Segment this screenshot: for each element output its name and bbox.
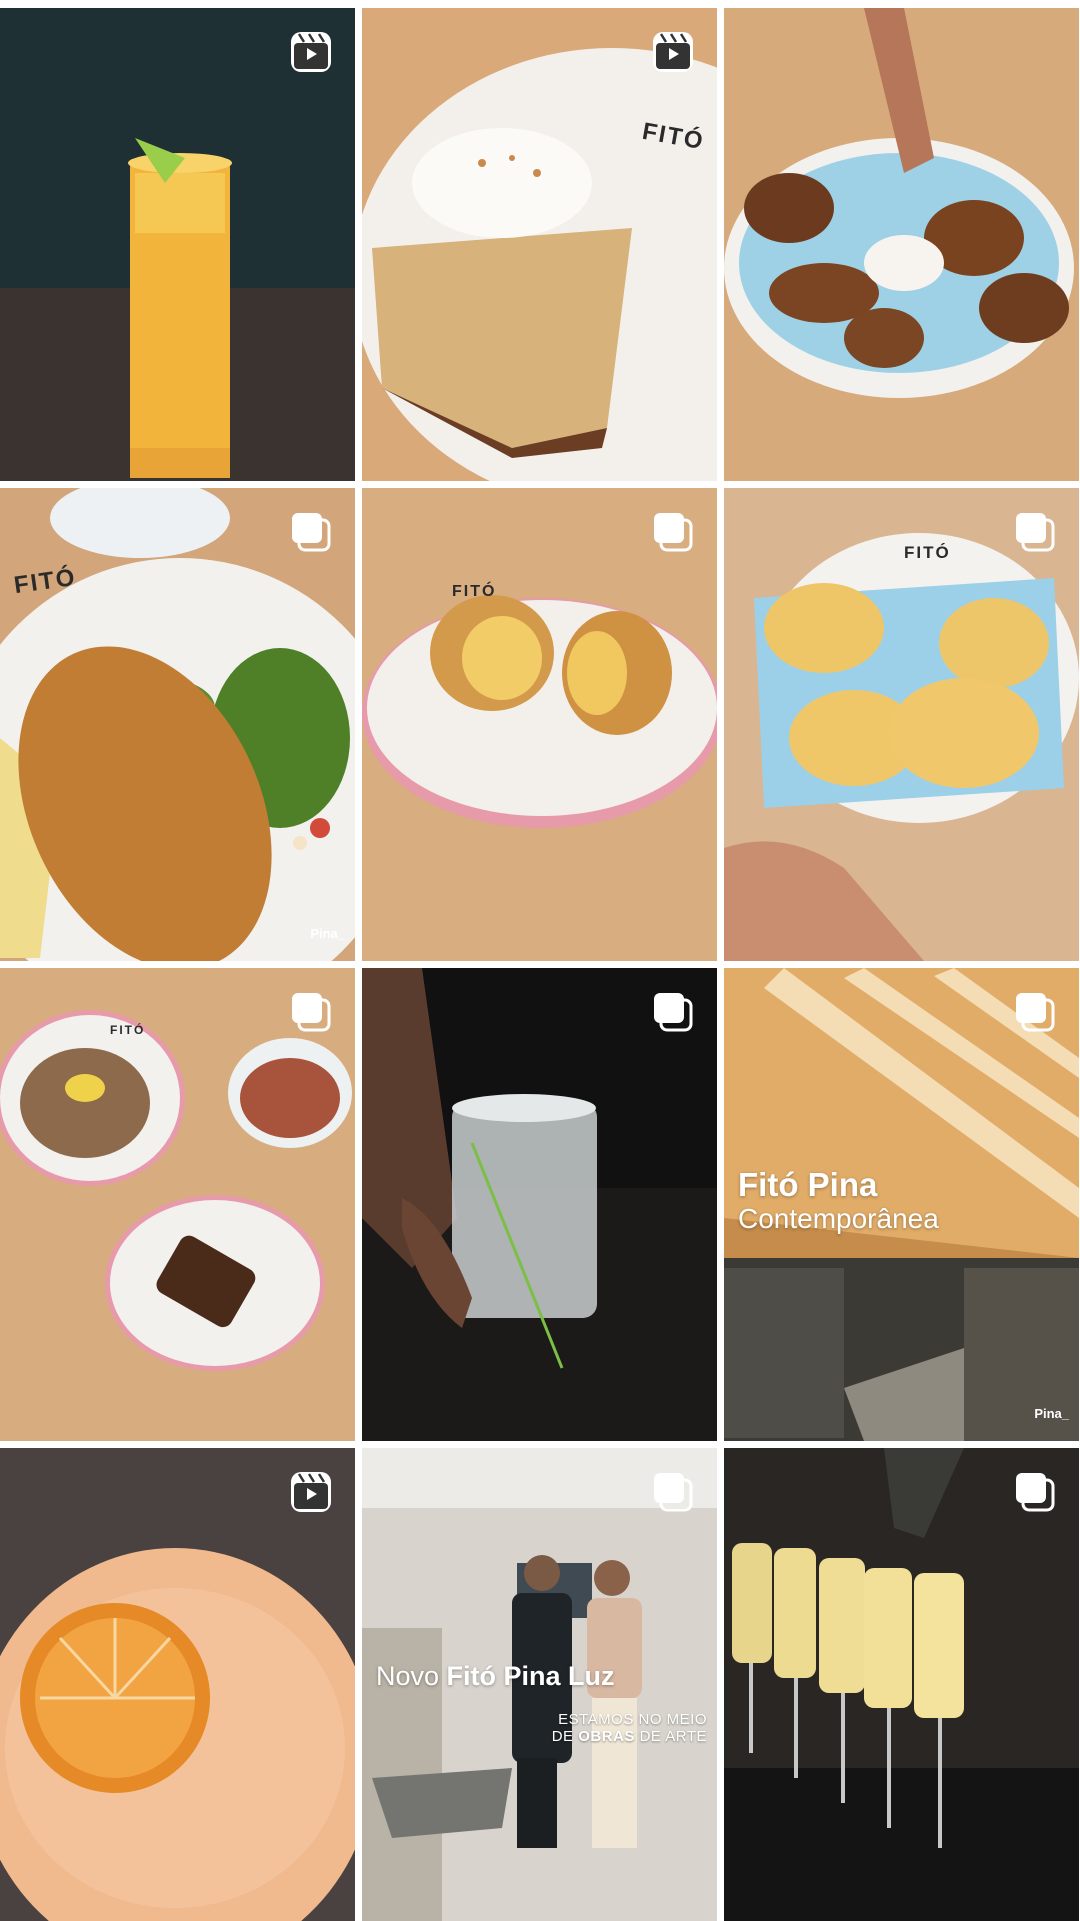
post-title-bold: Fitó Pina (738, 1166, 878, 1203)
squid-salad-photo (0, 968, 355, 1441)
post-tile-orange-drink[interactable] (0, 8, 355, 481)
post-title-bold: Fitó Pina Luz (446, 1661, 615, 1691)
fritters-photo (724, 8, 1079, 481)
carousel-icon (1013, 1470, 1057, 1514)
plate-logo-text: FITÓ (904, 543, 951, 562)
carousel-icon (1013, 990, 1057, 1034)
brand-corner-mark: Pina_ (310, 926, 345, 941)
crumble-dessert-photo (362, 8, 717, 481)
post-tile-champagne[interactable] (724, 1448, 1079, 1921)
post-tile-cheese-croquettes[interactable]: FITÓ (724, 488, 1079, 961)
post-overlay-title: Novo Fitó Pina Luz (376, 1661, 615, 1691)
post-overlay-subtitle: ESTAMOS NO MEIO DE OBRAS DE ARTE (552, 1711, 707, 1745)
post-tile-novo-fito-pina-luz[interactable]: Novo Fitó Pina Luz ESTAMOS NO MEIO DE OB… (362, 1448, 717, 1921)
post-subtitle-text: DE (551, 1728, 579, 1745)
top-edge (0, 0, 1080, 8)
brand-corner-mark: Pina_ (1034, 1406, 1069, 1421)
post-tile-pastry[interactable]: FITÓ (362, 488, 717, 961)
orange-cocktail-photo (0, 1448, 355, 1921)
post-tile-sparkling-water[interactable] (362, 968, 717, 1441)
carousel-icon (289, 510, 333, 554)
post-tile-orange-cocktail[interactable] (0, 1448, 355, 1921)
reel-icon (289, 1470, 333, 1514)
carousel-icon (651, 990, 695, 1034)
post-title-light: Novo (376, 1661, 447, 1691)
post-tile-squid-salad[interactable]: FITÓ (0, 968, 355, 1441)
post-tile-crumble-dessert[interactable]: FITÓ (362, 8, 717, 481)
post-tile-fito-pina-contemporanea[interactable]: Fitó Pina Contemporânea Pina_ (724, 968, 1079, 1441)
post-subtitle-text: DE ARTE (634, 1728, 707, 1745)
sparkling-water-photo (362, 968, 717, 1441)
post-title-light: Contemporânea (738, 1203, 939, 1234)
pastry-photo (362, 488, 717, 961)
schnitzel-photo (0, 488, 355, 961)
reel-icon (651, 30, 695, 74)
cheese-croquettes-photo (724, 488, 1079, 961)
post-overlay-title: Fitó Pina Contemporânea (738, 1168, 939, 1236)
post-subtitle-line-1: ESTAMOS NO MEIO (558, 1711, 707, 1728)
post-tile-fritters[interactable] (724, 8, 1079, 481)
champagne-photo (724, 1448, 1079, 1921)
orange-drink-photo (0, 8, 355, 481)
plate-logo-text: FITÓ (452, 583, 497, 600)
carousel-icon (289, 990, 333, 1034)
reel-icon (289, 30, 333, 74)
carousel-icon (1013, 510, 1057, 554)
carousel-icon (651, 510, 695, 554)
post-subtitle-line-2: DE OBRAS DE ARTE (552, 1728, 707, 1745)
profile-posts-grid: FITÓ FITÓ Pina_ FITÓ FITÓ FITÓ Fitó Pina… (0, 8, 1080, 1921)
post-tile-schnitzel[interactable]: FITÓ Pina_ (0, 488, 355, 961)
plate-logo-text: FITÓ (110, 1023, 146, 1037)
carousel-icon (651, 1470, 695, 1514)
post-subtitle-emphasis: OBRAS (578, 1728, 635, 1745)
